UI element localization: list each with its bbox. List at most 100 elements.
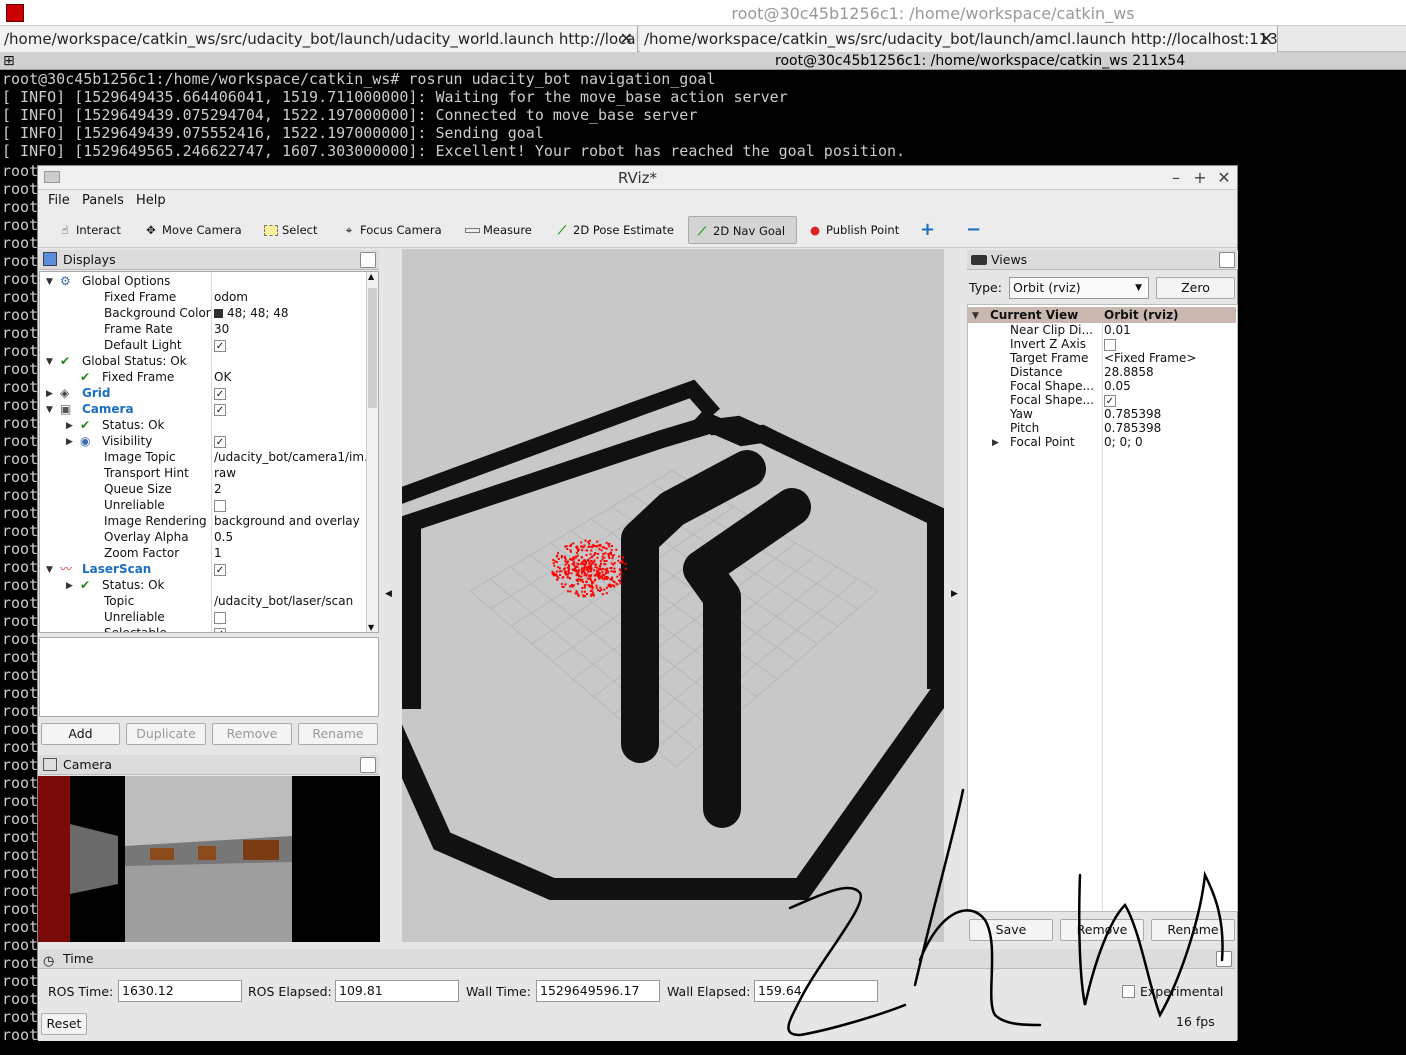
display-checkbox[interactable]: ✓	[214, 387, 226, 400]
display-row-value[interactable]: odom	[214, 289, 248, 305]
view-property-row[interactable]: Yaw 0.785398	[968, 407, 1236, 421]
rename-button[interactable]: Rename	[298, 723, 378, 745]
display-row-value[interactable]: background and overlay	[214, 513, 360, 529]
display-row[interactable]: ▼ 〰 LaserScan ✓	[40, 561, 370, 577]
expand-arrow-icon[interactable]: ▼	[46, 274, 53, 290]
display-row-value[interactable]: 0.5	[214, 529, 233, 545]
display-row[interactable]: Topic/udacity_bot/laser/scan	[40, 593, 370, 609]
add-tool-icon[interactable]: +	[916, 216, 935, 244]
display-checkbox[interactable]	[214, 611, 226, 624]
display-checkbox[interactable]: ✓	[214, 627, 226, 632]
grid-icon[interactable]: ⊞	[3, 53, 15, 69]
close-icon[interactable]: ✕	[620, 26, 633, 52]
display-row[interactable]: Image Rendering background and overlay	[40, 513, 370, 529]
view-property-value[interactable]: 0.785398	[1104, 421, 1161, 435]
close-icon[interactable]: ✕	[1215, 168, 1233, 187]
close-icon[interactable]: ✕	[1260, 26, 1273, 52]
float-panel-checkbox[interactable]	[360, 252, 376, 268]
view-property-value[interactable]: 0.01	[1104, 323, 1131, 337]
display-row-value[interactable]: OK	[214, 369, 231, 385]
display-checkbox[interactable]: ✓	[214, 339, 226, 352]
scroll-up-icon[interactable]: ▲	[368, 272, 374, 281]
display-row-value[interactable]: ✓	[214, 561, 226, 577]
display-row[interactable]: ✔ Fixed Frame OK	[40, 369, 370, 385]
view-property-value[interactable]: 0.05	[1104, 379, 1131, 393]
minimize-icon[interactable]: –	[1167, 168, 1185, 187]
remove-view-button[interactable]: Remove	[1060, 919, 1144, 941]
collapse-arrow-icon[interactable]: ▶	[66, 578, 73, 594]
remove-button[interactable]: Remove	[212, 723, 292, 745]
display-row[interactable]: ▶ ✔ Status: Ok	[40, 577, 370, 593]
display-row[interactable]: ▼ ⚙ Global Options	[40, 273, 370, 289]
terminal-tab-1[interactable]: /home/workspace/catkin_ws/src/udacity_bo…	[0, 26, 638, 52]
view-property-row[interactable]: Focal Shape... 0.05	[968, 379, 1236, 393]
terminal-tab-2[interactable]: /home/workspace/catkin_ws/src/udacity_bo…	[640, 26, 1278, 52]
collapse-arrow-icon[interactable]: ▶	[66, 434, 73, 450]
ros-elapsed-field[interactable]: 109.81	[335, 980, 459, 1002]
views-tree[interactable]: ▼ Current View Orbit (rviz) Near Clip Di…	[967, 304, 1238, 912]
display-row[interactable]: Image Topic/udacity_bot/camera1/im...	[40, 449, 376, 465]
view-type-select[interactable]: Orbit (rviz) ▼	[1009, 277, 1149, 299]
view-property-row[interactable]: Invert Z Axis	[968, 337, 1236, 351]
display-row-value[interactable]: /udacity_bot/camera1/im...	[214, 449, 376, 465]
maximize-icon[interactable]: +	[1191, 168, 1209, 187]
expand-arrow-icon[interactable]: ▼	[46, 402, 53, 418]
tool-measure[interactable]: Measure	[459, 216, 532, 244]
display-row-value[interactable]: raw	[214, 465, 236, 481]
display-row-value[interactable]: ✓	[214, 337, 226, 353]
view-property-value[interactable]	[1104, 337, 1116, 351]
display-row[interactable]: ▼ ▣ Camera ✓	[40, 401, 370, 417]
collapse-arrow-icon[interactable]: ▶	[992, 436, 999, 450]
display-checkbox[interactable]: ✓	[214, 403, 226, 416]
rename-view-button[interactable]: Rename	[1151, 919, 1235, 941]
display-row-value[interactable]: ✓	[214, 625, 226, 632]
tool-2d-pose-estimate[interactable]: ⟋ 2D Pose Estimate	[549, 216, 674, 244]
view-property-row[interactable]: Pitch 0.785398	[968, 421, 1236, 435]
float-panel-checkbox[interactable]	[360, 757, 376, 773]
display-row-value[interactable]: 30	[214, 321, 229, 337]
scroll-down-icon[interactable]: ▼	[368, 623, 374, 632]
display-row[interactable]: Default Light ✓	[40, 337, 370, 353]
display-row[interactable]: Zoom Factor 1	[40, 545, 370, 561]
expand-arrow-icon[interactable]: ▼	[46, 562, 53, 578]
display-row[interactable]: Transport Hint raw	[40, 465, 370, 481]
view-property-row[interactable]: Focal Shape... ✓	[968, 393, 1236, 407]
collapse-left-icon[interactable]: ◀	[385, 589, 392, 599]
display-checkbox[interactable]: ✓	[214, 563, 226, 576]
display-row[interactable]: Queue Size 2	[40, 481, 370, 497]
view-checkbox[interactable]: ✓	[1104, 394, 1116, 407]
tool-move-camera[interactable]: ✥ Move Camera	[138, 216, 241, 244]
remove-tool-icon[interactable]: −	[962, 216, 981, 244]
display-row[interactable]: Unreliable	[40, 497, 370, 513]
display-row[interactable]: Frame Rate 30	[40, 321, 370, 337]
menu-help[interactable]: Help	[136, 193, 166, 208]
display-row-value[interactable]	[214, 609, 226, 625]
float-panel-checkbox[interactable]	[1219, 252, 1235, 268]
zero-button[interactable]: Zero	[1156, 277, 1235, 299]
wall-time-field[interactable]: 1529649596.17	[536, 980, 660, 1002]
display-row-value[interactable]: 48; 48; 48	[214, 305, 289, 321]
view-property-row[interactable]: ▶ Focal Point 0; 0; 0	[968, 435, 1236, 449]
view-property-value[interactable]: 0.785398	[1104, 407, 1161, 421]
menu-panels[interactable]: Panels	[82, 193, 124, 208]
displays-scrollbar[interactable]: ▲ ▼	[366, 272, 378, 632]
view-property-value[interactable]: ✓	[1104, 393, 1116, 407]
view-property-value[interactable]: 28.8858	[1104, 365, 1154, 379]
display-row[interactable]: Overlay Alpha 0.5	[40, 529, 370, 545]
ros-time-field[interactable]: 1630.12	[118, 980, 242, 1002]
tool-interact[interactable]: ☝ Interact	[52, 216, 120, 244]
displays-tree[interactable]: ▼ ⚙ Global Options Fixed Frame odom Backgroun…	[39, 271, 379, 633]
scroll-thumb[interactable]	[368, 288, 377, 408]
left-splitter[interactable]: ◀	[380, 249, 402, 942]
display-row[interactable]: Unreliable	[40, 609, 370, 625]
display-checkbox[interactable]	[214, 499, 226, 512]
view-checkbox[interactable]	[1104, 338, 1116, 351]
tool-select[interactable]: Select	[258, 216, 317, 244]
tool-focus-camera[interactable]: ⌖ Focus Camera	[336, 216, 442, 244]
display-row-value[interactable]: ✓	[214, 401, 226, 417]
save-view-button[interactable]: Save	[969, 919, 1053, 941]
display-row[interactable]: ▶ ◈ Grid ✓	[40, 385, 370, 401]
right-splitter[interactable]: ▶	[944, 249, 966, 942]
duplicate-button[interactable]: Duplicate	[126, 723, 206, 745]
collapse-right-icon[interactable]: ▶	[951, 589, 958, 599]
